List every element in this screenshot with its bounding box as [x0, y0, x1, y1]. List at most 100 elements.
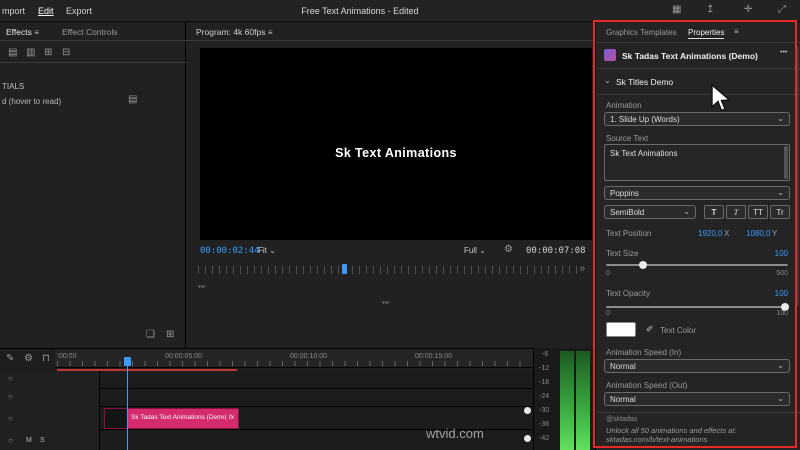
audio-meter-bar-right	[576, 351, 590, 450]
program-duration: 00:00:07:08	[526, 246, 586, 256]
eyedropper-icon[interactable]: ✐	[646, 324, 654, 335]
all-caps-button[interactable]: TT	[748, 205, 768, 219]
position-x-value[interactable]: 1920,0	[698, 229, 722, 238]
hamburger-icon[interactable]: ≡	[734, 28, 739, 36]
text-size-min: 0	[606, 270, 610, 277]
panel-grip-dots: •••	[198, 284, 206, 291]
wrench-icon[interactable]: ⚙	[504, 245, 513, 255]
text-size-slider[interactable]	[606, 261, 788, 269]
workspaces-icon[interactable]: ▦	[672, 5, 681, 15]
track-toggle-icon[interactable]: ○	[8, 415, 13, 423]
menu-edit[interactable]: Edit	[38, 6, 54, 16]
tab-effect-controls[interactable]: Effect Controls	[62, 27, 118, 37]
more-options-icon[interactable]: •••	[780, 49, 787, 56]
selected-clip-title: Sk Tadas Text Animations (Demo)	[622, 51, 758, 61]
folder-label-essentials[interactable]: TIALS	[2, 82, 24, 91]
small-caps-button[interactable]: Tr	[770, 205, 790, 219]
text-size-label: Text Size	[606, 249, 639, 258]
collapse-chevron-icon[interactable]: ⌄	[604, 77, 611, 85]
folder-icon[interactable]: ❏	[146, 330, 155, 340]
clip-thumbnail-icon	[604, 49, 616, 61]
timeline-playhead-head[interactable]	[124, 357, 131, 366]
bin-icon-1[interactable]: ▤	[8, 48, 17, 58]
quick-export-icon[interactable]: ↥	[706, 5, 714, 15]
track-toggle-icon[interactable]: ○	[8, 393, 13, 401]
timeline-playhead-line[interactable]	[127, 357, 128, 450]
audio-meter-panel: -6 -12 -18 -24 -30 -36 -42	[533, 348, 595, 450]
ruler-label: 00:00:05:00	[165, 353, 202, 360]
position-y-axis: Y	[772, 229, 778, 238]
panel-scrollbar[interactable]	[795, 46, 799, 306]
textarea-scrollbar[interactable]	[784, 146, 788, 179]
meter-db-label: -18	[539, 379, 550, 386]
new-item-icon[interactable]: ⊞	[166, 330, 174, 340]
text-size-max: 500	[776, 270, 788, 277]
meter-db-label: -36	[539, 421, 550, 428]
playback-quality-dropdown[interactable]: Full ⌄	[464, 246, 486, 255]
scrollbar-handle[interactable]	[524, 435, 531, 442]
pen-icon[interactable]: ✎	[6, 354, 14, 364]
program-video-canvas[interactable]: Sk Text Animations	[200, 48, 592, 240]
chevron-down-icon: ⌄	[479, 246, 486, 255]
animation-label: Animation	[606, 101, 642, 110]
mouse-cursor	[711, 84, 732, 112]
track-header-column: ○ ○ ○ ○ M S	[0, 371, 100, 450]
track-solo-button[interactable]: S	[40, 437, 45, 444]
anim-speed-in-dropdown[interactable]: Normal ⌄	[604, 359, 790, 373]
program-mini-timeline[interactable]	[198, 266, 582, 274]
timeline-clip[interactable]: Sk Tadas Text Animations (Demo) fx	[104, 408, 239, 429]
panel-grip-dots: •••	[382, 300, 390, 307]
tab-properties[interactable]: Properties	[688, 28, 725, 39]
text-size-value[interactable]: 100	[756, 249, 788, 258]
watermark: wtvid.com	[426, 426, 484, 441]
snap-icon[interactable]: ⊓	[42, 354, 50, 364]
track-toggle-icon[interactable]: ○	[8, 437, 13, 445]
animation-dropdown[interactable]: 1. Slide Up (Words) ⌄	[604, 112, 790, 126]
mini-timeline-handle[interactable]: ○	[580, 264, 585, 273]
meter-db-label: -42	[539, 435, 550, 442]
source-text-value: Sk Text Animations	[610, 149, 678, 158]
font-weight-dropdown[interactable]: SemiBold ⌄	[604, 205, 696, 219]
program-playhead[interactable]	[342, 264, 347, 274]
wrench-icon[interactable]: ⚙	[24, 354, 33, 364]
menu-import[interactable]: mport	[2, 6, 25, 16]
faux-italic-button[interactable]: T	[726, 205, 746, 219]
fullscreen-icon[interactable]: ⤢	[778, 5, 786, 15]
tab-effects[interactable]: Effects ≡	[6, 27, 39, 37]
promo-note: Unlock all 50 animations and effects at:…	[606, 426, 737, 445]
bin-icon-4[interactable]: ⊟	[62, 48, 70, 58]
anim-speed-out-dropdown[interactable]: Normal ⌄	[604, 392, 790, 406]
effects-panel: Effects ≡ Effect Controls ▤ ▥ ⊞ ⊟ TIALS …	[0, 22, 186, 348]
scrollbar-handle[interactable]	[524, 407, 531, 414]
program-timecode[interactable]: 00:00:02:44	[200, 246, 260, 256]
properties-panel: Graphics Templates Properties ≡ Sk Tadas…	[595, 22, 800, 450]
chevron-down-icon: ⌄	[777, 394, 784, 403]
track-mute-button[interactable]: M	[26, 437, 32, 444]
faux-bold-button[interactable]: T	[704, 205, 724, 219]
position-y-value[interactable]: 1080,0	[746, 229, 770, 238]
ruler-label: :00:00	[57, 353, 77, 360]
track-toggle-icon[interactable]: ○	[8, 375, 13, 383]
tab-graphics-templates[interactable]: Graphics Templates	[606, 28, 677, 37]
section-title[interactable]: Sk Titles Demo	[616, 77, 673, 87]
preset-item-label[interactable]: d (hover to read)	[2, 97, 61, 106]
bin-icon-3[interactable]: ⊞	[44, 48, 52, 58]
tab-program[interactable]: Program: 4k 60fps ≡	[196, 27, 273, 37]
text-opacity-max: 100	[776, 310, 788, 317]
video-track-3[interactable]	[100, 371, 533, 389]
menu-export[interactable]: Export	[66, 6, 92, 16]
text-size-slider-knob[interactable]	[638, 261, 647, 269]
font-family-dropdown[interactable]: Poppins ⌄	[604, 186, 790, 200]
video-track-2[interactable]	[100, 389, 533, 407]
text-color-swatch[interactable]	[606, 322, 636, 337]
chevron-down-icon: ⌄	[777, 114, 784, 123]
meter-db-label: -6	[542, 351, 549, 358]
hamburger-icon: ≡	[267, 28, 273, 37]
text-opacity-slider[interactable]	[606, 303, 789, 311]
source-text-area[interactable]: Sk Text Animations	[604, 144, 790, 181]
text-opacity-value[interactable]: 100	[756, 289, 788, 298]
fit-dropdown[interactable]: Fit ⌄	[258, 246, 276, 255]
clip-head-segment	[105, 409, 128, 428]
plus-icon[interactable]: ✛	[744, 5, 752, 15]
bin-icon-2[interactable]: ▥	[26, 48, 35, 58]
